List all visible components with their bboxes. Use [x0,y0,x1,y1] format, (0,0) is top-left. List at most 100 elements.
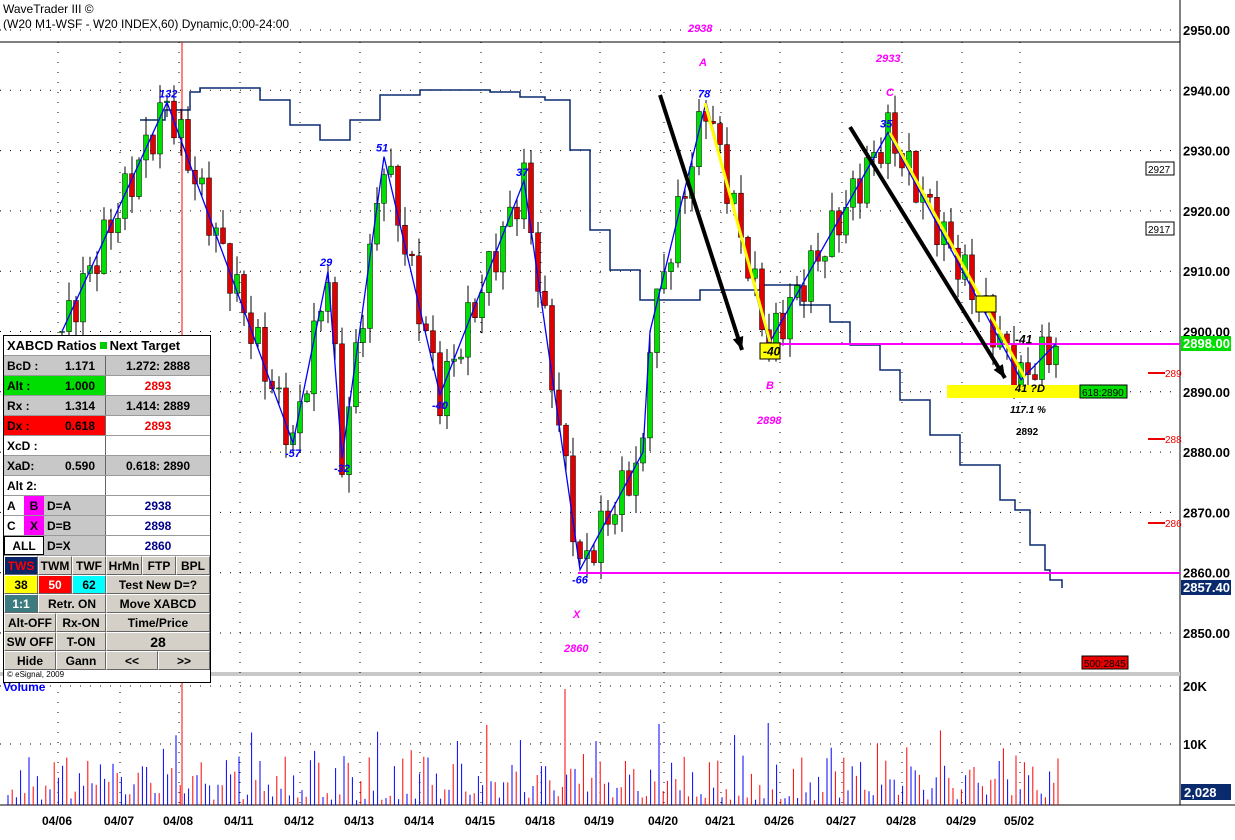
x-tick-label: 04/12 [284,814,314,828]
xabcd-panel: XABCD Ratios Next Target BcD : 1.171 1.272… [3,335,211,683]
ratio-1-1-button[interactable]: 1:1 [4,594,38,613]
hrmn-button[interactable]: HrMn [106,556,142,575]
swing-box [975,295,997,313]
next-button[interactable]: >> [158,651,210,670]
x-tick-label: 04/27 [826,814,856,828]
candle [717,123,723,145]
ratio-label: BcD : [7,358,39,373]
low-target-label: 500:2845 [1084,659,1126,670]
y-tick-label: 2940.00 [1183,83,1230,98]
time-price-button[interactable]: Time/Price [106,613,210,632]
candle [115,218,121,233]
alt2-c[interactable]: C [4,516,24,535]
yellow-projection-line [888,132,1027,379]
candle [465,302,471,358]
swing-label: -57 [285,448,302,460]
gann-button[interactable]: Gann [56,651,106,670]
swing-label: -32 [334,463,350,475]
fib-38-button[interactable]: 38 [4,575,38,594]
ratio-row-dx[interactable]: Dx : 0.618 2893 [4,416,210,436]
ratio-value: 0.618 [64,418,95,433]
side-level-label: 2927 [1148,165,1171,176]
retr-on-button[interactable]: Retr. ON [38,594,106,613]
d-zone-bar [947,385,1080,398]
candle [563,424,569,457]
twm-button[interactable]: TWM [38,556,72,575]
ratio-value: 0.590 [64,458,95,473]
x-tick-label: 04/19 [584,814,614,828]
copyright: © eSignal, 2009 [7,670,65,679]
candle [304,393,310,402]
fib-50-button[interactable]: 50 [38,575,72,594]
swing-label: -40 [432,400,449,412]
point-d-label: 41 ?D [1014,383,1045,395]
ratio-label: Alt 2: [7,478,37,493]
alt2-row-c[interactable]: C X D=B 2898 [4,516,210,536]
ratio-label: Rx : [7,398,30,413]
ftp-button[interactable]: FTP [142,556,176,575]
candle [668,262,674,272]
x-tick-label: 04/11 [224,814,254,828]
y-tick-label: 2860.00 [1183,566,1230,581]
candle [864,157,870,204]
green-square-icon [99,342,107,349]
ratio-value: 1.000 [64,378,95,393]
candle [675,196,681,264]
hide-button[interactable]: Hide [4,651,56,670]
panel-header: XABCD Ratios Next Target [4,336,210,356]
candle [822,256,828,262]
sw-off-button[interactable]: SW OFF [4,632,56,651]
y-tick-label: 2920.00 [1183,204,1230,219]
alt2-x[interactable]: X [24,516,44,535]
volume-tick-label: 20K [1183,679,1207,694]
prev-button[interactable]: << [106,651,158,670]
ratio-target: 1.414: 2889 [125,398,191,413]
candle [542,290,548,306]
alt2-value: 2938 [144,498,172,513]
t-on-button[interactable]: T-ON [56,632,106,651]
twf-button[interactable]: TWF [72,556,106,575]
ratio-row-alt2: Alt 2: [4,476,210,496]
candle [878,152,884,164]
candle [122,173,128,219]
alt2-a[interactable]: A [4,496,24,515]
indicator-last-label: 2857.40 [1183,580,1230,595]
rx-on-button[interactable]: Rx-ON [56,613,106,632]
swing-label: 35 [880,119,893,131]
fib-62-button[interactable]: 62 [72,575,106,594]
count-28-field[interactable]: 28 [106,632,210,651]
candle [598,510,604,563]
y-tick-label: 2910.00 [1183,264,1230,279]
swing-label: -66 [572,575,589,587]
candle [381,174,387,204]
x-tick-label: 04/08 [163,814,193,828]
swing-label-box: -40 [763,345,781,359]
ratio-row-rx: Rx : 1.314 1.414: 2889 [4,396,210,416]
alt2-row-a[interactable]: A B D=A 2938 [4,496,210,516]
alt2-row-all[interactable]: ALL D=X 2860 [4,536,210,556]
y-tick-label: 2890.00 [1183,385,1230,400]
x-tick-label: 04/15 [465,814,495,828]
test-new-d-button[interactable]: Test New D=? [106,575,210,594]
chart-subtitle: (W20 M1-WSF - W20 INDEX,60) Dynamic,0:00… [3,17,290,31]
candle [276,387,282,390]
alt2-eq: D=B [44,516,106,535]
candle [850,178,856,208]
alt2-b[interactable]: B [24,496,44,515]
app-title: WaveTrader III © [3,2,94,16]
candle [220,227,226,244]
move-xabcd-button[interactable]: Move XABCD [106,594,210,613]
candle [528,162,534,234]
bpl-button[interactable]: BPL [176,556,210,575]
x-tick-label: 04/14 [404,814,434,828]
alt2-all[interactable]: ALL [4,536,44,555]
x-tick-label: 04/13 [344,814,374,828]
tws-button[interactable]: TWS [4,556,38,575]
candle [780,312,786,340]
candle [101,219,107,274]
yellow-projection-line [703,102,772,343]
candle [493,251,499,273]
alt-off-button[interactable]: Alt-OFF [4,613,56,632]
alt2-value: 2860 [144,538,172,553]
ratio-row-alt[interactable]: Alt : 1.000 2893 [4,376,210,396]
